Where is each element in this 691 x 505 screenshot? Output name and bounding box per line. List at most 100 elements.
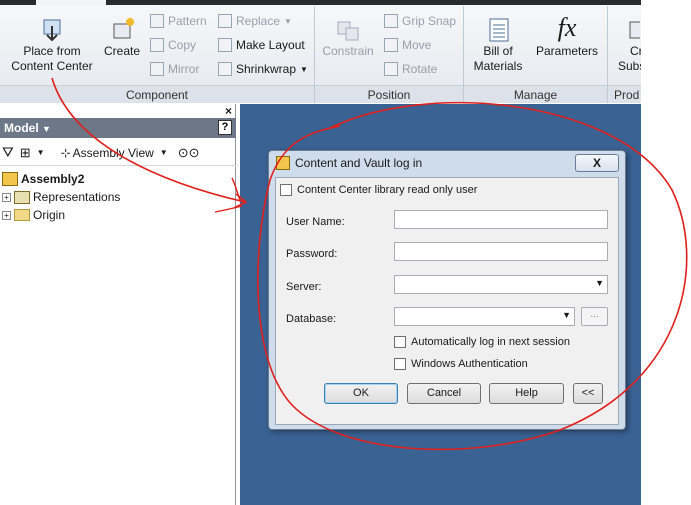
create-substitute-label-1: Cr xyxy=(630,44,641,58)
create-component-icon xyxy=(113,18,134,39)
vault-login-dialog: Content and Vault log in X Content Cente… xyxy=(268,150,626,430)
bill-of-materials-label: Bill of Materials xyxy=(473,44,523,73)
create-substitute-button[interactable]: Cr Subs xyxy=(612,16,641,74)
panel-label-component: Component xyxy=(0,85,314,103)
replace-label: Replace xyxy=(236,14,281,28)
shrinkwrap-button[interactable]: Shrinkwrap ▼ xyxy=(218,62,308,76)
auto-login-label: Automatically log in next session xyxy=(411,336,570,348)
assembly-view-label: Assembly View xyxy=(72,145,154,160)
password-label: Password: xyxy=(286,248,338,260)
help-button[interactable]: Help xyxy=(489,383,564,404)
server-select[interactable]: ▼ xyxy=(394,275,608,294)
bill-of-materials-button[interactable]: Bill of Materials xyxy=(468,16,528,74)
move-button[interactable]: Move xyxy=(384,38,431,52)
windows-auth-checkbox[interactable]: Windows Authentication xyxy=(394,358,528,370)
tree-options-icon[interactable]: ⊞ xyxy=(20,145,31,161)
readonly-user-label: Content Center library read only user xyxy=(297,184,478,196)
chevron-down-icon: ▼ xyxy=(42,124,51,134)
database-select[interactable]: ▼ xyxy=(394,307,575,326)
ok-button[interactable]: OK xyxy=(324,383,398,404)
folder-icon xyxy=(14,209,30,221)
replace-icon xyxy=(218,14,232,28)
make-layout-label: Make Layout xyxy=(236,38,305,52)
chevron-down-icon: ▼ xyxy=(562,310,571,320)
move-icon xyxy=(384,38,398,52)
browser-help-button[interactable]: ? xyxy=(218,120,232,135)
checkbox-box[interactable] xyxy=(280,184,292,196)
tab-assemble[interactable] xyxy=(36,0,106,5)
substitute-icon xyxy=(629,21,640,39)
grip-snap-label: Grip Snap xyxy=(402,14,457,28)
pattern-label: Pattern xyxy=(168,14,207,28)
tree-item-origin[interactable]: + Origin xyxy=(2,208,65,222)
grip-snap-icon xyxy=(384,14,398,28)
create-button[interactable]: Create xyxy=(102,16,142,59)
place-from-content-center-label: Place from Content Center xyxy=(11,44,93,73)
checkbox-box[interactable] xyxy=(394,336,406,348)
username-label: User Name: xyxy=(286,216,345,228)
panel-label-position: Position xyxy=(315,85,463,103)
tree-item-label: Representations xyxy=(33,190,121,204)
tree-item-representations[interactable]: + Representations xyxy=(2,190,120,204)
rotate-label: Rotate xyxy=(402,62,438,76)
dialog-close-button[interactable]: X xyxy=(575,154,619,172)
dialog-title: Content and Vault log in xyxy=(295,156,423,170)
filter-icon[interactable]: ⛛ xyxy=(2,144,14,161)
shrinkwrap-label: Shrinkwrap xyxy=(236,62,297,76)
auto-login-checkbox[interactable]: Automatically log in next session xyxy=(394,336,570,348)
replace-button[interactable]: Replace ▼ xyxy=(218,14,292,28)
browser-header[interactable]: Model ▼ ? xyxy=(0,118,236,138)
parameters-icon: fx xyxy=(557,13,577,42)
representations-icon xyxy=(14,190,30,204)
make-layout-button[interactable]: Make Layout xyxy=(218,38,305,52)
copy-label: Copy xyxy=(168,38,197,52)
browser-title: Model xyxy=(4,121,39,135)
assembly-view-button[interactable]: ⊹ Assembly View ▼ xyxy=(61,146,168,160)
expand-icon[interactable]: + xyxy=(2,210,11,220)
windows-auth-label: Windows Authentication xyxy=(411,358,528,370)
make-layout-icon xyxy=(218,38,232,52)
browser-close-button[interactable]: × xyxy=(225,104,232,118)
copy-icon xyxy=(150,38,164,52)
database-label: Database: xyxy=(286,313,337,325)
binoculars-icon[interactable]: ⊙⊙ xyxy=(178,145,200,161)
readonly-user-checkbox[interactable]: Content Center library read only user xyxy=(280,184,477,196)
rotate-button[interactable]: Rotate xyxy=(384,62,437,76)
cancel-button[interactable]: Cancel xyxy=(407,383,481,404)
parameters-button[interactable]: fx Parameters xyxy=(532,12,602,59)
dialog-body: Content Center library read only user Us… xyxy=(275,177,619,425)
panel-label-manage: Manage xyxy=(464,85,607,103)
expand-icon[interactable]: + xyxy=(2,192,11,202)
browser-toolbar: ⛛ ⊞ ▼ ⊹ Assembly View ▼ ⊙⊙ xyxy=(0,140,236,166)
chevron-down-icon: ▼ xyxy=(595,278,604,288)
parameters-label: Parameters xyxy=(535,44,599,58)
model-browser: × Model ▼ ? ⛛ ⊞ ▼ ⊹ Assembly View ▼ ⊙⊙ A… xyxy=(0,104,236,505)
create-label: Create xyxy=(103,44,141,58)
grip-snap-button[interactable]: Grip Snap xyxy=(384,14,456,28)
copy-button[interactable]: Copy xyxy=(150,38,196,52)
tree-item-label: Origin xyxy=(33,208,66,222)
server-label: Server: xyxy=(286,281,322,293)
panel-label-productivity: Prod xyxy=(608,85,641,103)
chevron-down-icon[interactable]: ▼ xyxy=(37,148,45,157)
database-browse-button[interactable]: ... xyxy=(581,307,608,326)
tree-item-label: Assembly2 xyxy=(21,172,85,186)
mirror-label: Mirror xyxy=(168,62,200,76)
dialog-title-bar[interactable]: Content and Vault log in X xyxy=(269,151,625,175)
constrain-icon xyxy=(337,21,359,41)
constrain-button[interactable]: Constrain xyxy=(320,16,376,59)
chevron-down-icon: ▼ xyxy=(284,16,292,26)
checkbox-box[interactable] xyxy=(394,358,406,370)
mirror-button[interactable]: Mirror xyxy=(150,62,199,76)
bill-of-materials-icon xyxy=(489,18,509,42)
username-input[interactable] xyxy=(394,210,608,229)
tree-item-assembly[interactable]: Assembly2 xyxy=(2,172,84,186)
collapse-options-button[interactable]: << xyxy=(573,383,603,404)
password-input[interactable] xyxy=(394,242,608,261)
rotate-icon xyxy=(384,62,398,76)
mirror-icon xyxy=(150,62,164,76)
assembly-icon xyxy=(2,172,18,186)
place-from-content-center-button[interactable]: Place from Content Center xyxy=(6,16,98,74)
shrinkwrap-icon xyxy=(218,62,232,76)
pattern-button[interactable]: Pattern xyxy=(150,14,207,28)
